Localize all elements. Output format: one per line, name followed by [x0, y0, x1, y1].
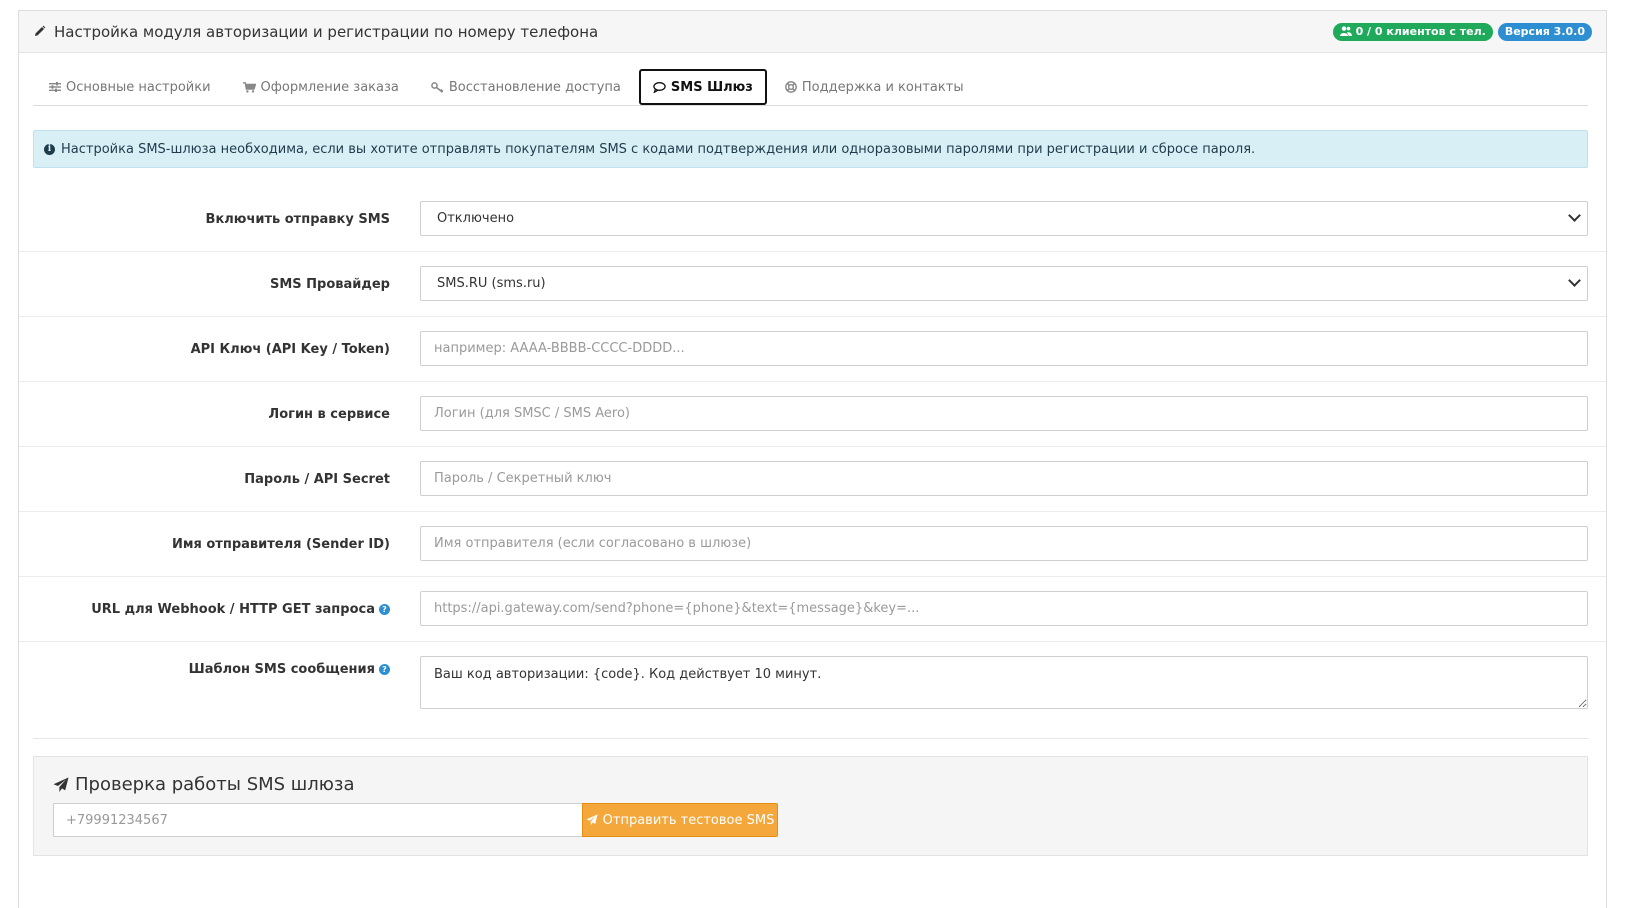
- webhook-url-label-text: URL для Webhook / HTTP GET запроса: [91, 601, 375, 617]
- provider-select[interactable]: SMS.RU (sms.ru): [420, 266, 1588, 301]
- info-alert-text: Настройка SMS-шлюза необходима, если вы …: [61, 141, 1256, 157]
- tab-checkout[interactable]: Оформление заказа: [227, 69, 415, 105]
- question-circle-icon[interactable]: ?: [379, 664, 390, 675]
- form-row-enable-sms: Включить отправку SMS Отключено: [19, 187, 1606, 252]
- sms-test-box: Проверка работы SMS шлюза Отправить тест…: [33, 756, 1588, 856]
- form-row-webhook-url: URL для Webhook / HTTP GET запроса ?: [19, 577, 1606, 642]
- question-circle-icon[interactable]: ?: [379, 603, 390, 615]
- form-row-provider: SMS Провайдер SMS.RU (sms.ru): [19, 252, 1606, 317]
- form-row-sms-template: Шаблон SMS сообщения ? Ваш код авторизац…: [19, 642, 1606, 742]
- test-phone-input[interactable]: [53, 803, 582, 837]
- tab-access-recovery[interactable]: Восстановление доступа: [415, 69, 637, 105]
- users-icon: [1339, 26, 1352, 36]
- sender-id-input[interactable]: [420, 526, 1588, 561]
- version-badge: Версия 3.0.0: [1497, 23, 1592, 41]
- login-label: Логин в сервисе: [268, 382, 390, 446]
- form-row-sender-id: Имя отправителя (Sender ID): [19, 512, 1606, 577]
- clients-badge: 0 / 0 клиентов с тел.: [1332, 23, 1493, 41]
- clients-badge-text: 0 / 0 клиентов с тел.: [1355, 25, 1486, 38]
- sms-template-label-text: Шаблон SMS сообщения: [188, 662, 375, 677]
- api-key-label: API Ключ (API Key / Token): [191, 317, 390, 381]
- paper-plane-icon: [586, 814, 598, 826]
- send-test-sms-button[interactable]: Отправить тестовое SMS: [582, 803, 778, 837]
- tab-general-settings[interactable]: Основные настройки: [33, 69, 227, 105]
- sms-template-label: Шаблон SMS сообщения ?: [189, 662, 390, 677]
- divider: [33, 738, 1588, 739]
- sender-id-label-text: Имя отправителя (Sender ID): [172, 536, 390, 552]
- pencil-icon: [33, 25, 46, 38]
- panel-heading: Настройка модуля авторизации и регистрац…: [19, 11, 1606, 53]
- paper-plane-icon: [53, 777, 69, 793]
- settings-panel: Настройка модуля авторизации и регистрац…: [18, 10, 1607, 908]
- tab-label: Оформление заказа: [260, 79, 399, 95]
- provider-label: SMS Провайдер: [270, 252, 390, 316]
- password-input[interactable]: [420, 461, 1588, 496]
- tab-label: Восстановление доступа: [448, 79, 621, 95]
- form-row-api-key: API Ключ (API Key / Token): [19, 317, 1606, 382]
- page-title: Настройка модуля авторизации и регистрац…: [33, 23, 598, 41]
- enable-sms-select[interactable]: Отключено: [420, 201, 1588, 236]
- enable-sms-label-text: Включить отправку SMS: [205, 211, 390, 227]
- password-label: Пароль / API Secret: [244, 447, 390, 511]
- api-key-label-text: API Ключ (API Key / Token): [190, 341, 390, 357]
- key-icon: [431, 81, 444, 93]
- info-alert: i Настройка SMS-шлюза необходима, если в…: [33, 130, 1588, 168]
- login-input[interactable]: [420, 396, 1588, 431]
- api-key-input[interactable]: [420, 331, 1588, 366]
- info-icon: i: [44, 143, 55, 155]
- enable-sms-label: Включить отправку SMS: [206, 187, 390, 251]
- password-label-text: Пароль / API Secret: [244, 471, 390, 487]
- tab-support-contacts[interactable]: Поддержка и контакты: [769, 69, 980, 105]
- sms-settings-form: Включить отправку SMS Отключено SMS Пров…: [19, 187, 1606, 742]
- login-label-text: Логин в сервисе: [268, 406, 390, 422]
- sliders-icon: [49, 82, 61, 92]
- webhook-url-label: URL для Webhook / HTTP GET запроса ?: [91, 577, 390, 641]
- sms-test-title: Проверка работы SMS шлюза: [53, 774, 355, 795]
- tab-sms-gateway[interactable]: SMS Шлюз: [638, 69, 767, 105]
- tab-label: Поддержка и контакты: [801, 79, 964, 95]
- webhook-url-input[interactable]: [420, 591, 1588, 626]
- form-row-login: Логин в сервисе: [19, 382, 1606, 447]
- tab-bar: Основные настройки Оформление заказа Вос…: [33, 69, 1588, 106]
- tab-label: SMS Шлюз: [670, 79, 753, 95]
- comment-icon: [653, 81, 666, 93]
- tab-label: Основные настройки: [66, 79, 211, 95]
- lifebuoy-icon: [784, 81, 797, 93]
- cart-icon: [242, 81, 256, 93]
- form-row-password: Пароль / API Secret: [19, 447, 1606, 512]
- page-title-text: Настройка модуля авторизации и регистрац…: [54, 22, 599, 41]
- sms-template-textarea[interactable]: Ваш код авторизации: {code}. Код действу…: [420, 656, 1588, 709]
- provider-label-text: SMS Провайдер: [269, 276, 390, 292]
- sms-test-title-text: Проверка работы SMS шлюза: [75, 774, 355, 795]
- send-test-sms-label: Отправить тестовое SMS: [602, 812, 775, 828]
- sender-id-label: Имя отправителя (Sender ID): [172, 512, 390, 576]
